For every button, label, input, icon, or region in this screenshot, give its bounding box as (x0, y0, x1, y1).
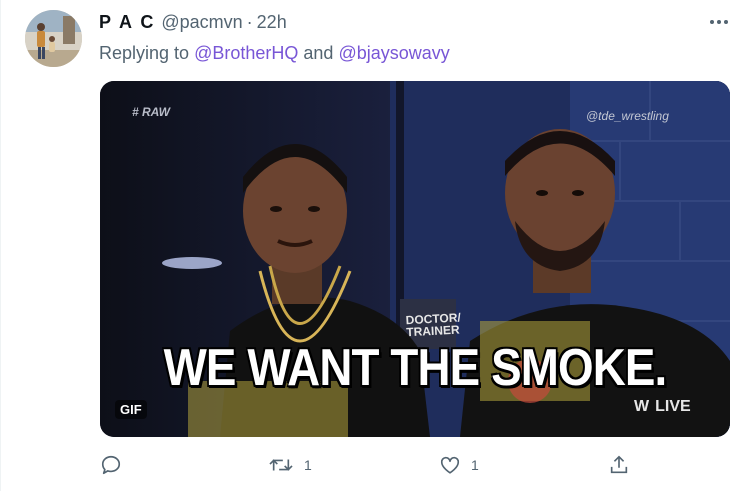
door-sign: DOCTOR/ TRAINER (405, 310, 462, 340)
mention-link[interactable]: @BrotherHQ (194, 43, 298, 63)
retweet-icon (269, 459, 293, 471)
wwe-logo: W (634, 398, 650, 415)
avatar-photo (25, 10, 82, 67)
separator-dot: · (246, 12, 253, 32)
retweet-count: 1 (304, 457, 312, 473)
like-count: 1 (471, 457, 479, 473)
watermark: @tde_wrestling (586, 109, 669, 123)
gif-media[interactable]: # RAW @tde_wrestling DOCTOR/ TRAINER WE … (100, 81, 730, 437)
display-name[interactable]: P A C (99, 12, 155, 33)
replying-conjunction: and (303, 43, 334, 63)
gif-caption: WE WANT THE SMOKE. (163, 339, 668, 397)
replying-prefix: Replying to (99, 43, 190, 63)
like-button[interactable]: 1 (439, 454, 479, 476)
live-label: W LIVE (634, 398, 691, 416)
mention-link[interactable]: @bjaysowavy (338, 43, 449, 63)
tweet-header: P A C @pacmvn · 22h (99, 12, 287, 33)
share-button[interactable] (608, 454, 630, 476)
more-button[interactable] (706, 12, 732, 32)
live-text: LIVE (655, 398, 691, 415)
retweet-button[interactable]: 1 (268, 454, 312, 476)
like-icon (440, 456, 460, 474)
avatar[interactable] (25, 10, 82, 67)
more-icon (710, 20, 728, 24)
reply-icon (101, 455, 121, 475)
replying-to: Replying to @BrotherHQ and @bjaysowavy (99, 43, 450, 64)
tweet-actions: 1 1 (0, 454, 750, 478)
timeline-border (0, 0, 1, 491)
reply-button[interactable] (100, 454, 132, 476)
share-icon (610, 455, 628, 474)
gif-badge: GIF (115, 400, 147, 419)
user-handle[interactable]: @pacmvn (161, 12, 242, 33)
channel-tag: # RAW (132, 105, 171, 119)
timestamp[interactable]: 22h (257, 12, 287, 33)
